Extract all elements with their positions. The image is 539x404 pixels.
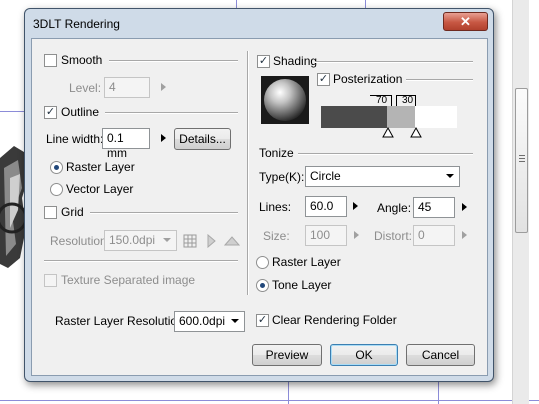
- type-value: Circle: [310, 169, 341, 183]
- raster-layer-radio[interactable]: [50, 161, 63, 174]
- posterization-label: Posterization: [333, 72, 403, 86]
- lines-input[interactable]: 60.0: [305, 196, 347, 217]
- tonize-label: Tonize: [259, 146, 294, 160]
- poster-value-1: 70: [376, 95, 388, 106]
- poster-value-2: 30: [402, 95, 414, 106]
- triangle-up-icon[interactable]: [224, 235, 240, 247]
- tonize-raster-layer-label: Raster Layer: [272, 255, 341, 269]
- canvas-guide: [438, 382, 439, 404]
- poster-mid-segment: [387, 106, 415, 128]
- canvas-guide: [0, 400, 539, 401]
- cancel-button[interactable]: Cancel: [406, 344, 475, 366]
- tonize-separator: [298, 153, 473, 155]
- radio-dot-icon: [54, 165, 59, 170]
- posterization-checkbox[interactable]: ✓: [317, 73, 330, 86]
- lines-arrow-icon[interactable]: [353, 202, 358, 210]
- level-arrow-icon[interactable]: [161, 83, 166, 91]
- resolution-select[interactable]: 150.0dpi: [104, 230, 177, 251]
- level-label: Level:: [69, 81, 102, 95]
- chevron-down-icon: [231, 319, 239, 323]
- chevron-down-icon: [446, 174, 454, 178]
- check-icon: ✓: [318, 73, 329, 85]
- details-button[interactable]: Details...: [174, 128, 231, 150]
- raster-layer-label: Raster Layer: [66, 160, 135, 174]
- vector-layer-radio[interactable]: [50, 183, 63, 196]
- raster-resolution-value: 600.0dpi: [179, 314, 226, 328]
- line-width-arrow-icon[interactable]: [161, 134, 166, 142]
- lines-label: Lines:: [259, 200, 292, 214]
- preview-button[interactable]: Preview: [252, 344, 322, 366]
- grip-line: [519, 155, 525, 156]
- clear-rendering-folder-label: Clear Rendering Folder: [272, 313, 397, 327]
- vector-layer-label: Vector Layer: [66, 182, 134, 196]
- posterization-bar[interactable]: [321, 106, 457, 128]
- poster-slider-1-handle-icon[interactable]: [382, 127, 394, 138]
- angle-label: Angle:: [377, 201, 412, 215]
- type-label: Type(K):: [259, 170, 305, 184]
- smooth-checkbox[interactable]: [44, 54, 57, 67]
- angle-input[interactable]: 45: [413, 197, 455, 218]
- chevron-down-icon: [163, 238, 171, 242]
- check-icon: ✓: [257, 314, 268, 326]
- texture-separated-label: Texture Separated image: [61, 273, 196, 287]
- dialog-content: Smooth Level: 4 ✓ Outline Line width: 0.…: [31, 38, 488, 376]
- line-width-input[interactable]: 0.1 mm: [102, 128, 150, 160]
- tone-layer-label: Tone Layer: [272, 278, 332, 292]
- check-icon: ✓: [45, 106, 56, 118]
- size-input[interactable]: 100: [305, 225, 347, 246]
- grid-label: Grid: [61, 205, 84, 219]
- smooth-group-separator: [109, 60, 238, 62]
- outline-group-separator: [105, 112, 238, 114]
- resolution-label: Resolution:: [50, 234, 111, 248]
- tone-layer-radio[interactable]: [256, 279, 269, 292]
- poster-dark-segment: [321, 106, 387, 128]
- clear-rendering-folder-checkbox[interactable]: ✓: [256, 314, 269, 327]
- rendering-dialog: 3DLT Rendering ✕ Smooth Level: 4 ✓ Outli…: [24, 8, 494, 382]
- tonize-raster-layer-radio[interactable]: [256, 256, 269, 269]
- canvas-guide: [365, 0, 366, 8]
- poster-light-segment: [415, 106, 457, 128]
- dialog-title: 3DLT Rendering: [33, 17, 120, 31]
- grid-checkbox[interactable]: [44, 206, 57, 219]
- shading-label: Shading: [273, 54, 318, 68]
- resolution-separator: [44, 260, 238, 262]
- close-icon: ✕: [460, 14, 471, 29]
- close-button[interactable]: ✕: [443, 12, 488, 31]
- size-arrow-icon[interactable]: [354, 231, 359, 239]
- grip-line: [519, 161, 525, 162]
- line-width-label: Line width:: [46, 132, 104, 146]
- dialog-titlebar[interactable]: 3DLT Rendering ✕: [25, 9, 493, 39]
- poster-slider-2-handle-icon[interactable]: [410, 127, 422, 138]
- canvas-guide: [288, 382, 289, 404]
- shading-separator: [315, 61, 473, 63]
- type-select[interactable]: Circle: [305, 166, 460, 187]
- posterization-separator: [406, 79, 473, 81]
- grip-line: [519, 158, 525, 159]
- resolution-value: 150.0dpi: [109, 233, 156, 247]
- distort-input[interactable]: 0: [413, 225, 455, 246]
- grid-icon[interactable]: [183, 234, 197, 248]
- canvas-vertical-scrollbar[interactable]: [512, 0, 529, 404]
- canvas-guide: [236, 0, 237, 8]
- raster-resolution-select[interactable]: 600.0dpi: [174, 311, 245, 332]
- distort-arrow-icon[interactable]: [462, 231, 467, 239]
- shading-checkbox[interactable]: ✓: [257, 55, 270, 68]
- angle-arrow-icon[interactable]: [462, 203, 467, 211]
- texture-separated-checkbox[interactable]: [44, 274, 57, 287]
- size-label: Size:: [263, 229, 290, 243]
- level-input[interactable]: 4: [104, 77, 150, 98]
- column-divider: [247, 51, 249, 295]
- grid-group-separator: [90, 212, 238, 214]
- outline-checkbox[interactable]: ✓: [44, 106, 57, 119]
- outline-label: Outline: [61, 105, 100, 119]
- shading-sphere-preview: [261, 76, 309, 124]
- triangle-right-icon[interactable]: [205, 234, 217, 248]
- distort-label: Distort:: [374, 229, 413, 243]
- smooth-label: Smooth: [61, 53, 103, 67]
- raster-resolution-label: Raster Layer Resolution:: [55, 314, 188, 328]
- ok-button[interactable]: OK: [330, 344, 398, 366]
- check-icon: ✓: [258, 55, 269, 67]
- scrollbar-thumb[interactable]: [515, 88, 528, 233]
- radio-dot-icon: [260, 283, 265, 288]
